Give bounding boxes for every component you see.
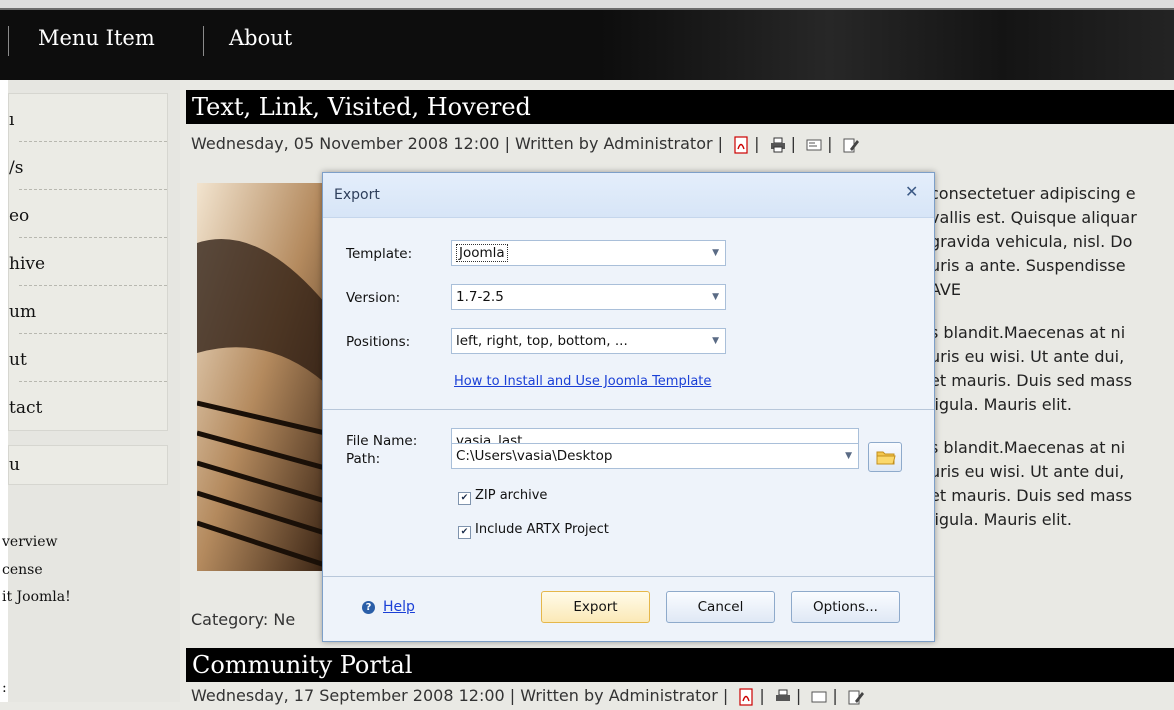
body-line: s blandit.Maecenas at ni [930, 323, 1126, 342]
sidebar-fragment: : [2, 680, 7, 696]
path-label: Path: [346, 451, 381, 467]
sidebar-link-license[interactable]: cense [2, 562, 43, 578]
edit-icon[interactable] [842, 136, 860, 154]
browse-folder-button[interactable] [868, 442, 902, 472]
sidebar-item-contact[interactable]: tact [9, 398, 42, 418]
dialog-title: Export [334, 187, 380, 203]
top-navigation: Menu Item About [0, 0, 1174, 80]
print-icon[interactable] [774, 688, 792, 706]
dialog-divider [323, 409, 934, 410]
nav-background-art [600, 0, 1174, 80]
sidebar-link-overview[interactable]: verview [2, 534, 58, 550]
article-title[interactable]: Community Portal [186, 648, 1174, 682]
print-icon[interactable] [769, 136, 787, 154]
install-help-link[interactable]: How to Install and Use Joomla Template [454, 374, 711, 389]
checkbox-checked-icon[interactable]: ✔ [458, 526, 471, 539]
sidebar-box-heading: u [9, 455, 20, 475]
template-value: Joomla [456, 244, 508, 262]
email-icon[interactable] [805, 136, 823, 154]
article-body: consectetuer adipiscing e vallis est. Qu… [930, 182, 1137, 532]
pdf-icon[interactable] [737, 687, 755, 706]
sidebar-item-home[interactable]: ı [9, 110, 14, 130]
include-artx-checkbox[interactable]: ✔ Include ARTX Project [458, 522, 609, 539]
body-line: et mauris. Duis sed mass [930, 486, 1133, 505]
browser-edge-line [0, 8, 1174, 10]
body-line: s blandit.Maecenas at ni [930, 438, 1126, 457]
article-category[interactable]: Category: Ne [191, 610, 295, 629]
sidebar-link-joomla[interactable]: it Joomla! [2, 589, 71, 605]
piano-photo [197, 183, 325, 571]
dialog-titlebar[interactable]: Export ✕ [323, 173, 934, 218]
article-title[interactable]: Text, Link, Visited, Hovered [186, 90, 1174, 124]
options-button[interactable]: Options... [791, 591, 900, 623]
main-menu-box: ı /s eo hive um ut tact [8, 93, 168, 431]
help-link[interactable]: Help [383, 599, 415, 615]
body-line: uris eu wisi. Ut ante dui, [930, 462, 1125, 481]
path-value: C:\Users\vasia\Desktop [456, 448, 613, 464]
email-icon[interactable] [810, 688, 828, 706]
template-select[interactable]: Joomla ▼ [451, 240, 726, 266]
checkbox-checked-icon[interactable]: ✔ [458, 492, 471, 505]
body-line: consectetuer adipiscing e [930, 184, 1136, 203]
divider [19, 333, 167, 334]
sidebar-item-forum[interactable]: um [9, 302, 36, 322]
divider [19, 285, 167, 286]
article-meta-text: Wednesday, 05 November 2008 12:00 | Writ… [191, 134, 724, 153]
export-dialog: Export ✕ Template: Joomla ▼ Version: 1.7… [322, 172, 935, 642]
sidebar: ı /s eo hive um ut tact u verview cense … [0, 80, 180, 702]
dialog-divider [323, 576, 934, 577]
folder-icon [876, 451, 896, 465]
body-line: AVE [930, 280, 961, 299]
chevron-down-icon: ▼ [712, 248, 719, 258]
version-label: Version: [346, 290, 401, 306]
template-label: Template: [346, 246, 413, 262]
body-line: ligula. Mauris elit. [930, 395, 1072, 414]
body-line: vallis est. Quisque aliquar [930, 208, 1137, 227]
body-line: et mauris. Duis sed mass [930, 371, 1133, 390]
export-button[interactable]: Export [541, 591, 650, 623]
sidebar-box-title: u [8, 445, 168, 485]
sidebar-item-archive[interactable]: hive [9, 254, 45, 274]
body-line: ligula. Mauris elit. [930, 510, 1072, 529]
pdf-icon[interactable] [732, 135, 750, 154]
positions-value: left, right, top, bottom, ... [456, 333, 628, 349]
nav-separator [203, 26, 204, 56]
help-icon[interactable]: ? [362, 601, 375, 614]
edit-icon[interactable] [847, 688, 865, 706]
divider [19, 381, 167, 382]
chevron-down-icon: ▼ [712, 292, 719, 302]
positions-label: Positions: [346, 334, 411, 350]
sidebar-item-video[interactable]: eo [9, 206, 29, 226]
nav-item-menu-item[interactable]: Menu Item [38, 26, 155, 50]
body-line: gravida vehicula, nisl. Do [930, 232, 1133, 251]
filename-label: File Name: [346, 433, 418, 449]
sidebar-edge [0, 80, 8, 702]
article-meta-text: Wednesday, 17 September 2008 12:00 | Wri… [191, 686, 729, 705]
path-select[interactable]: C:\Users\vasia\Desktop ▼ [451, 443, 859, 469]
body-line: uris eu wisi. Ut ante dui, [930, 347, 1125, 366]
body-line: uris a ante. Suspendisse [930, 256, 1126, 275]
nav-separator [8, 26, 9, 56]
sidebar-item-news[interactable]: /s [9, 158, 23, 178]
version-select[interactable]: 1.7-2.5 ▼ [451, 284, 726, 310]
close-icon[interactable]: ✕ [905, 182, 918, 201]
browser-edge [0, 0, 1174, 8]
zip-archive-label: ZIP archive [475, 488, 548, 503]
divider [19, 237, 167, 238]
sidebar-item-about[interactable]: ut [9, 350, 27, 370]
cancel-button[interactable]: Cancel [666, 591, 775, 623]
zip-archive-checkbox[interactable]: ✔ ZIP archive [458, 488, 547, 505]
positions-select[interactable]: left, right, top, bottom, ... ▼ [451, 328, 726, 354]
chevron-down-icon: ▼ [712, 336, 719, 346]
divider [19, 189, 167, 190]
chevron-down-icon: ▼ [845, 451, 852, 461]
nav-item-about[interactable]: About [229, 26, 292, 50]
version-value: 1.7-2.5 [456, 289, 504, 305]
include-artx-label: Include ARTX Project [475, 522, 609, 537]
divider [19, 141, 167, 142]
article-meta: Wednesday, 05 November 2008 12:00 | Writ… [191, 134, 864, 154]
article-meta: Wednesday, 17 September 2008 12:00 | Wri… [191, 686, 869, 706]
